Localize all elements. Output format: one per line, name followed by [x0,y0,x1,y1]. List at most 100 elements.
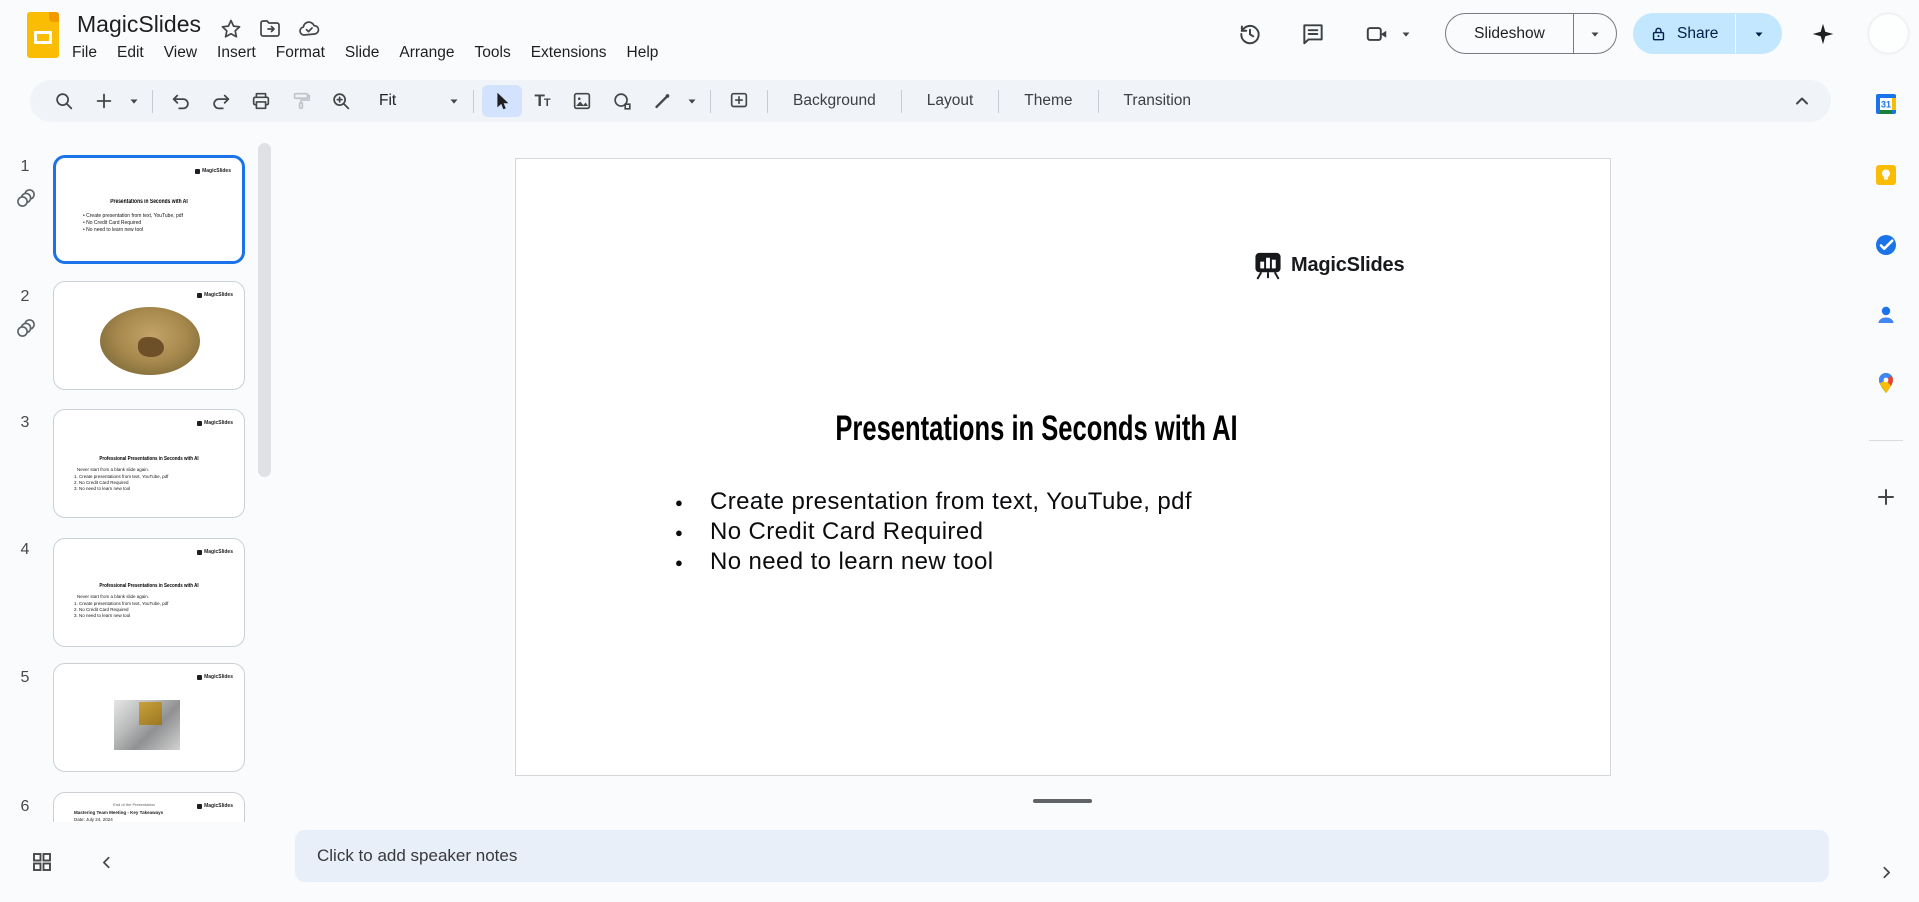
mini-logo-icon [197,674,203,680]
text-box-icon[interactable]: TT [522,85,562,117]
thumb2-deer-image [100,307,200,375]
menu-insert[interactable]: Insert [207,41,266,65]
thumb6-line-1: Mastering Team Meeting - Key Takeaways [74,810,164,815]
grid-view-icon[interactable] [30,850,54,874]
slide-1-number: 1 [20,158,30,175]
slide-2-transition-icon [14,316,38,340]
zoom-in-icon[interactable] [321,85,361,117]
speaker-notes-input[interactable]: Click to add speaker notes [295,830,1829,882]
thumb6-heading: End of the Presentation [113,802,155,807]
slide-bullet-list[interactable]: Create presentation from text, YouTube, … [673,487,1192,578]
line-caret-icon[interactable] [682,85,702,117]
insert-line-icon[interactable] [642,85,682,117]
thumb1-title: Presentations in Seconds with AI [110,199,188,205]
slide-logo-block[interactable]: MagicSlides [1253,251,1405,280]
notes-resize-handle[interactable] [1033,799,1092,803]
select-tool-icon[interactable] [482,85,522,117]
google-contacts-icon[interactable] [1874,303,1898,327]
move-folder-icon[interactable] [258,17,282,41]
search-menus-icon[interactable] [44,85,84,117]
slide-logo-text: MagicSlides [1291,254,1405,276]
slide-thumbnail-5[interactable]: MagicSlides [53,663,245,772]
thumb3-items: 1. Create presentations from text, YouTu… [74,474,169,491]
google-maps-icon[interactable] [1874,371,1898,395]
slide-thumbnail-6[interactable]: MagicSlides End of the Presentation Mast… [53,792,245,822]
collapse-filmstrip-chevron-icon[interactable] [96,852,117,873]
menu-slide[interactable]: Slide [335,41,389,65]
meet-camera-icon[interactable] [1364,21,1390,47]
slide-thumbnail-3[interactable]: MagicSlides Professional Presentations i… [53,409,245,518]
thumb1-bullets: Create presentation from text, YouTube, … [83,213,183,234]
insert-shape-icon[interactable] [602,85,642,117]
speaker-notes-placeholder: Click to add speaker notes [317,846,518,865]
menu-help[interactable]: Help [617,41,669,65]
menu-view[interactable]: View [154,41,207,65]
google-calendar-icon[interactable]: 31 [1874,92,1898,116]
version-history-icon[interactable] [1237,21,1263,47]
layout-button[interactable]: Layout [910,86,991,116]
menu-arrange[interactable]: Arrange [389,41,464,65]
zoom-select[interactable]: Fit [367,92,465,110]
filmstrip-scrollbar[interactable] [258,143,271,477]
account-avatar[interactable] [1869,14,1908,53]
slideshow-button[interactable]: Slideshow [1446,25,1573,43]
menu-file[interactable]: File [62,41,107,65]
menu-bar: File Edit View Insert Format Slide Arran… [62,41,668,65]
side-panel-divider [1869,440,1903,441]
google-slides-app: MagicSlides File Edit View Insert Format… [0,0,1919,902]
mini-logo-icon [197,549,203,555]
menu-tools[interactable]: Tools [465,41,521,65]
insert-comment-icon[interactable] [719,85,759,117]
google-tasks-icon[interactable] [1874,233,1898,257]
thumb4-title: Professional Presentations in Seconds wi… [99,583,199,589]
slides-app-logo[interactable] [27,12,59,58]
slide-filmstrip: 1 MagicSlides Presentations in Seconds w… [0,130,256,822]
slide-2-number: 2 [20,288,30,305]
open-side-panel-chevron-icon[interactable] [1876,862,1897,883]
thumb6-line-2: Date: July 24, 2024 [74,817,113,822]
slide-thumbnail-1[interactable]: MagicSlides Presentations in Seconds wit… [53,155,245,264]
share-button[interactable]: Share [1677,25,1735,43]
gemini-sparkle-icon[interactable] [1810,21,1836,47]
new-slide-icon[interactable] [84,85,124,117]
background-button[interactable]: Background [776,86,893,116]
magicslides-logo-icon [1253,251,1283,280]
thumb5-grayscale-image [114,700,180,750]
add-side-panel-app-icon[interactable] [1874,485,1898,509]
new-slide-caret-icon[interactable] [124,85,144,117]
slideshow-button-group: Slideshow [1445,13,1617,54]
transition-button[interactable]: Transition [1107,86,1208,116]
document-title[interactable]: MagicSlides [77,11,201,38]
comments-icon[interactable] [1300,21,1326,47]
slide-thumbnail-2[interactable]: MagicSlides [53,281,245,390]
undo-icon[interactable] [161,85,201,117]
theme-button[interactable]: Theme [1007,86,1089,116]
thumb4-items: 1. Create presentations from text, YouTu… [74,601,169,618]
thumb3-title: Professional Presentations in Seconds wi… [99,456,199,462]
mini-logo-icon [195,168,201,174]
paint-format-icon[interactable] [281,85,321,117]
menu-format[interactable]: Format [266,41,335,65]
menu-extensions[interactable]: Extensions [521,41,617,65]
star-icon[interactable] [219,17,243,41]
menu-edit[interactable]: Edit [107,41,154,65]
slideshow-dropdown-caret-icon[interactable] [1574,27,1616,41]
lock-icon [1650,24,1667,44]
redo-icon[interactable] [201,85,241,117]
color-pop-square [139,702,162,725]
slide-3-number: 3 [20,414,30,431]
logo-sheet [34,31,52,44]
cloud-status-icon[interactable] [297,17,321,41]
insert-image-icon[interactable] [562,85,602,117]
slide-thumbnail-4[interactable]: MagicSlides Professional Presentations i… [53,538,245,647]
share-dropdown-caret-icon[interactable] [1736,27,1782,41]
slide-title[interactable]: Presentations in Seconds with AI [490,409,1584,449]
logo-fold [49,12,59,22]
google-keep-icon[interactable] [1874,163,1898,187]
meet-dropdown-caret-icon[interactable] [1399,27,1425,53]
mini-logo-text: MagicSlides [204,420,233,426]
slide-bullet-2: No Credit Card Required [673,517,1192,548]
slide-canvas[interactable]: MagicSlides Presentations in Seconds wit… [515,158,1611,776]
hide-menus-chevron-icon[interactable] [1790,89,1814,113]
print-icon[interactable] [241,85,281,117]
